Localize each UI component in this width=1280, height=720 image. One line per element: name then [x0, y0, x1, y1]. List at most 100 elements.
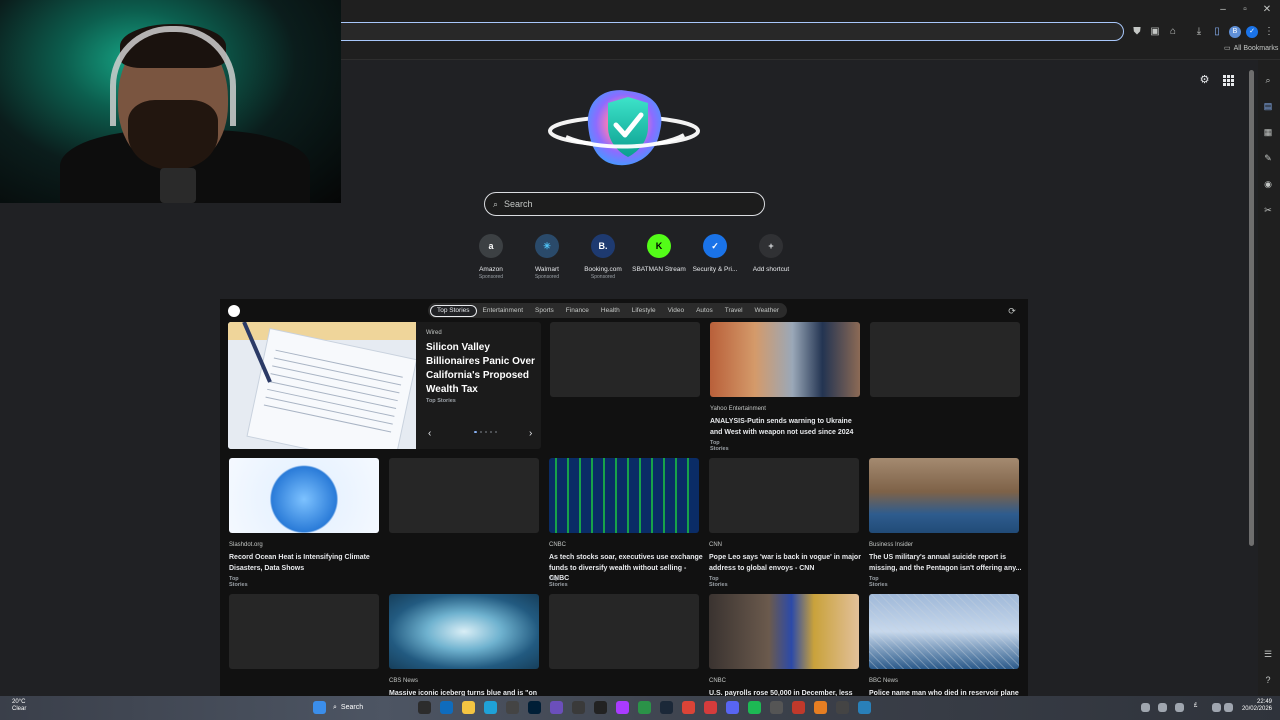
tab-travel[interactable]: Travel — [719, 305, 749, 317]
discord-icon[interactable] — [726, 701, 739, 714]
refresh-icon[interactable]: ⟳ — [1006, 305, 1018, 317]
story-title[interactable]: The US military's annual suicide report … — [869, 553, 1024, 574]
app-icon[interactable] — [704, 701, 717, 714]
tray-icon[interactable] — [1141, 703, 1150, 712]
tab-entertainment[interactable]: Entertainment — [477, 305, 529, 317]
shortcut-label: Booking.com — [584, 266, 622, 273]
start-menu-icon[interactable] — [313, 701, 326, 714]
hero-title[interactable]: Silicon Valley Billionaires Panic Over C… — [426, 341, 536, 397]
tab-top-stories[interactable]: Top Stories — [430, 304, 477, 317]
download-icon[interactable]: ⤓ — [1193, 26, 1205, 38]
app-icon[interactable] — [550, 701, 563, 714]
story-title[interactable]: Massive iconic iceberg turns blue and is… — [389, 689, 544, 696]
tray-icon[interactable] — [1212, 703, 1221, 712]
story-title[interactable]: Police name man who died in reservoir pl… — [869, 689, 1024, 696]
screen-extension-icon[interactable]: ▣ — [1149, 26, 1161, 38]
tab-sports[interactable]: Sports — [529, 305, 560, 317]
search-icon: ⌕ — [493, 198, 499, 209]
tray-icon[interactable] — [1224, 703, 1233, 712]
taskbar-clock[interactable]: 22:49 20/02/2026 — [1238, 699, 1272, 713]
story-title[interactable]: U.S. payrolls rose 50,000 in December, l… — [709, 689, 864, 696]
close-window-button[interactable]: ✕ — [1260, 4, 1274, 15]
app-icon[interactable] — [858, 701, 871, 714]
tab-lifestyle[interactable]: Lifestyle — [626, 305, 662, 317]
story-title[interactable]: As tech stocks soar, executives use exch… — [549, 553, 704, 585]
app-icon[interactable] — [836, 701, 849, 714]
address-bar[interactable] — [330, 22, 1124, 41]
app-icon[interactable] — [616, 701, 629, 714]
shortcut-tile[interactable]: K SBATMAN Stream — [631, 234, 687, 280]
all-bookmarks-label: All Bookmarks — [1233, 44, 1279, 52]
security-extension-icon[interactable]: ✓ — [1246, 26, 1258, 38]
chrome-icon[interactable] — [682, 701, 695, 714]
carousel-dot[interactable] — [490, 431, 492, 433]
app-icon[interactable] — [594, 701, 607, 714]
carousel-dot[interactable] — [474, 431, 477, 433]
gear-icon[interactable]: ⚙ — [1198, 74, 1211, 87]
carousel-prev-button[interactable]: ‹ — [428, 428, 431, 439]
app-icon[interactable] — [572, 701, 585, 714]
photoshop-icon[interactable] — [528, 701, 541, 714]
app-icon[interactable] — [814, 701, 827, 714]
carousel-dot[interactable] — [485, 431, 487, 433]
story-title[interactable]: Pope Leo says 'war is back in vogue' in … — [709, 553, 864, 574]
chat-panel-icon[interactable]: ▤ — [1262, 100, 1274, 112]
shortcut-tile[interactable]: ✳ Walmart Sponsored — [519, 234, 575, 280]
shortcut-tile[interactable]: a Amazon Sponsored — [463, 234, 519, 280]
hero-image — [228, 322, 416, 449]
shortcut-tile[interactable]: B. Booking.com Sponsored — [575, 234, 631, 280]
store-icon[interactable] — [506, 701, 519, 714]
tab-autos[interactable]: Autos — [690, 305, 719, 317]
story-thumbnail — [869, 594, 1019, 669]
shield-extension-icon[interactable]: ⛊ — [1131, 26, 1143, 38]
tab-weather[interactable]: Weather — [749, 305, 785, 317]
help-icon[interactable]: ? — [1262, 674, 1274, 686]
tab-video[interactable]: Video — [662, 305, 691, 317]
shortcut-icon: K — [647, 234, 671, 258]
app-icon[interactable] — [638, 701, 651, 714]
tab-finance[interactable]: Finance — [560, 305, 595, 317]
story-thumbnail — [550, 322, 700, 397]
carousel-dot[interactable] — [480, 431, 482, 433]
widget-icon[interactable] — [418, 701, 431, 714]
story-thumbnail — [709, 594, 859, 669]
all-bookmarks-button[interactable]: ▭ All Bookmarks — [1224, 44, 1279, 53]
search-input[interactable]: ⌕ Search — [484, 192, 765, 216]
gamepad-icon[interactable]: ◉ — [1262, 178, 1274, 190]
story-title[interactable]: ANALYSIS-Putin sends warning to Ukraine … — [710, 417, 865, 438]
reading-list-icon[interactable]: ▦ — [1262, 126, 1274, 138]
tab-health[interactable]: Health — [595, 305, 626, 317]
taskbar-weather[interactable]: 20°C Clear — [12, 699, 26, 713]
story-source: BBC News — [869, 678, 899, 684]
input-language[interactable]: £ — [1194, 703, 1197, 709]
file-explorer-icon[interactable] — [462, 701, 475, 714]
story-title[interactable]: Record Ocean Heat is Intensifying Climat… — [229, 553, 384, 574]
profile-avatar[interactable]: B — [1229, 26, 1241, 38]
puzzle-extension-icon[interactable]: ⌂ — [1167, 26, 1179, 38]
tray-icon[interactable] — [1175, 703, 1184, 712]
page-scrollbar[interactable] — [1249, 70, 1254, 546]
tools-icon[interactable]: ✂ — [1262, 204, 1274, 216]
mail-icon[interactable] — [440, 701, 453, 714]
app-icon[interactable] — [792, 701, 805, 714]
spotify-icon[interactable] — [748, 701, 761, 714]
steam-icon[interactable] — [660, 701, 673, 714]
apps-grid-icon[interactable] — [1222, 74, 1235, 87]
hero-story[interactable]: Wired Silicon Valley Billionaires Panic … — [228, 322, 541, 449]
tray-icon[interactable] — [1158, 703, 1167, 712]
sidebar-toggle-icon[interactable]: ▯ — [1211, 26, 1223, 38]
taskbar-search[interactable]: ⌕ Search — [333, 700, 393, 715]
minimize-button[interactable]: – — [1216, 4, 1230, 15]
edge-icon[interactable] — [484, 701, 497, 714]
sliders-icon[interactable]: ☰ — [1262, 648, 1274, 660]
search-panel-icon[interactable]: ⌕ — [1262, 74, 1274, 86]
notes-icon[interactable]: ✎ — [1262, 152, 1274, 164]
carousel-next-button[interactable]: › — [529, 428, 532, 439]
shortcut-tile[interactable]: + Add shortcut — [743, 234, 799, 280]
shortcut-tile[interactable]: ✓ Security & Pri... — [687, 234, 743, 280]
app-icon[interactable] — [770, 701, 783, 714]
kebab-menu-icon[interactable]: ⋮ — [1263, 26, 1275, 38]
maximize-button[interactable]: ▫ — [1238, 4, 1252, 15]
carousel-dot[interactable] — [495, 431, 497, 433]
story-category: Top Stories — [229, 576, 248, 588]
